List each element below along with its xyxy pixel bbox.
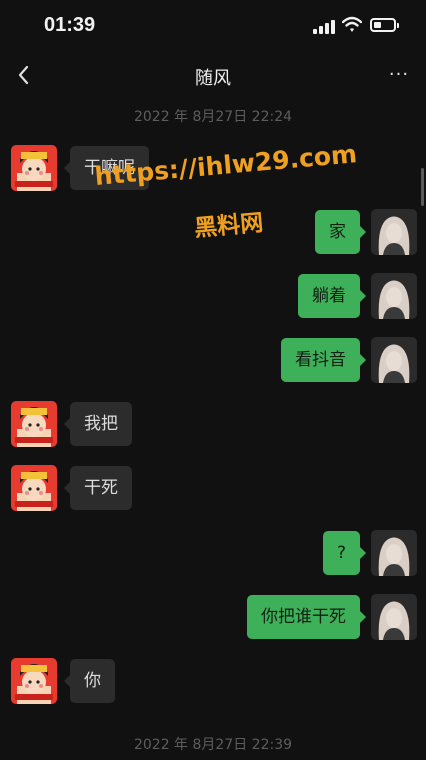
message-row: 我把 — [0, 401, 426, 447]
incoming-message-bubble[interactable]: 你 — [64, 659, 115, 703]
contact-avatar[interactable] — [11, 465, 57, 511]
battery-icon — [370, 18, 396, 32]
message-timestamp: 2022 年 8月27日 22:24 — [133, 109, 293, 125]
incoming-message-bubble[interactable]: 我把 — [64, 402, 132, 446]
wifi-icon — [342, 16, 362, 32]
user-avatar[interactable] — [371, 530, 417, 576]
user-avatar[interactable] — [371, 594, 417, 640]
incoming-message-bubble[interactable]: 干死 — [64, 466, 132, 510]
message-row: ? — [0, 530, 426, 576]
outgoing-message-bubble[interactable]: 躺着 — [298, 274, 366, 318]
scrollbar[interactable] — [421, 168, 424, 206]
outgoing-message-bubble[interactable]: 看抖音 — [281, 338, 366, 382]
contact-avatar[interactable] — [11, 658, 57, 704]
message-row: 干死 — [0, 465, 426, 511]
battery-tip — [397, 23, 399, 28]
outgoing-message-bubble[interactable]: 家 — [315, 210, 366, 254]
chat-title: 随风 — [195, 68, 231, 89]
outgoing-message-bubble[interactable]: 你把谁干死 — [247, 595, 366, 639]
more-options-button[interactable]: ··· — [384, 64, 414, 85]
message-row: 躺着 — [0, 273, 426, 319]
message-row: 干嘛呢 — [0, 145, 426, 191]
message-row: 家 — [0, 209, 426, 255]
chat-header: 随风 ··· — [0, 50, 426, 100]
message-row: 你 — [0, 658, 426, 704]
contact-avatar[interactable] — [11, 145, 57, 191]
contact-avatar[interactable] — [11, 401, 57, 447]
message-row: 看抖音 — [0, 337, 426, 383]
user-avatar[interactable] — [371, 273, 417, 319]
signal-icon — [313, 20, 335, 34]
user-avatar[interactable] — [371, 337, 417, 383]
status-bar: 01:39 — [0, 0, 426, 50]
message-row: 你把谁干死 — [0, 594, 426, 640]
status-time: 01:39 — [44, 14, 96, 36]
outgoing-message-bubble[interactable]: ? — [322, 531, 367, 575]
user-avatar[interactable] — [371, 209, 417, 255]
message-timestamp: 2022 年 8月27日 22:39 — [133, 737, 293, 753]
incoming-message-bubble[interactable]: 干嘛呢 — [64, 146, 149, 190]
